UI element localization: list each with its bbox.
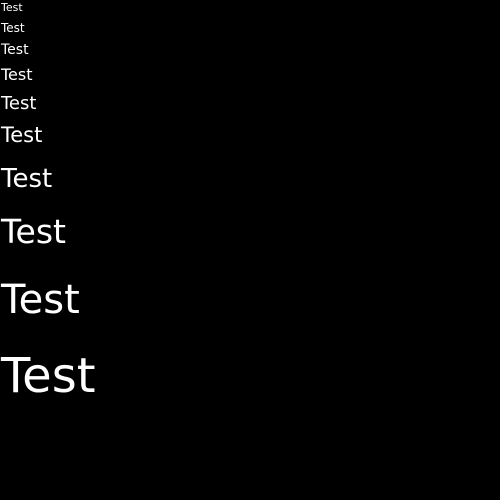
text-sample-2: Test — [1, 21, 25, 35]
text-sample-5: Test — [1, 93, 37, 114]
canvas: { "background_color": "#000000", "text_c… — [0, 0, 500, 500]
text-sample-6: Test — [1, 123, 43, 147]
text-sample-9: Test — [1, 277, 80, 323]
text-sample-10: Test — [1, 348, 96, 404]
text-sample-1: Test — [1, 1, 23, 14]
text-sample-8: Test — [1, 212, 66, 251]
text-sample-4: Test — [1, 65, 33, 84]
text-sample-7: Test — [1, 164, 53, 194]
text-sample-3: Test — [1, 42, 29, 58]
